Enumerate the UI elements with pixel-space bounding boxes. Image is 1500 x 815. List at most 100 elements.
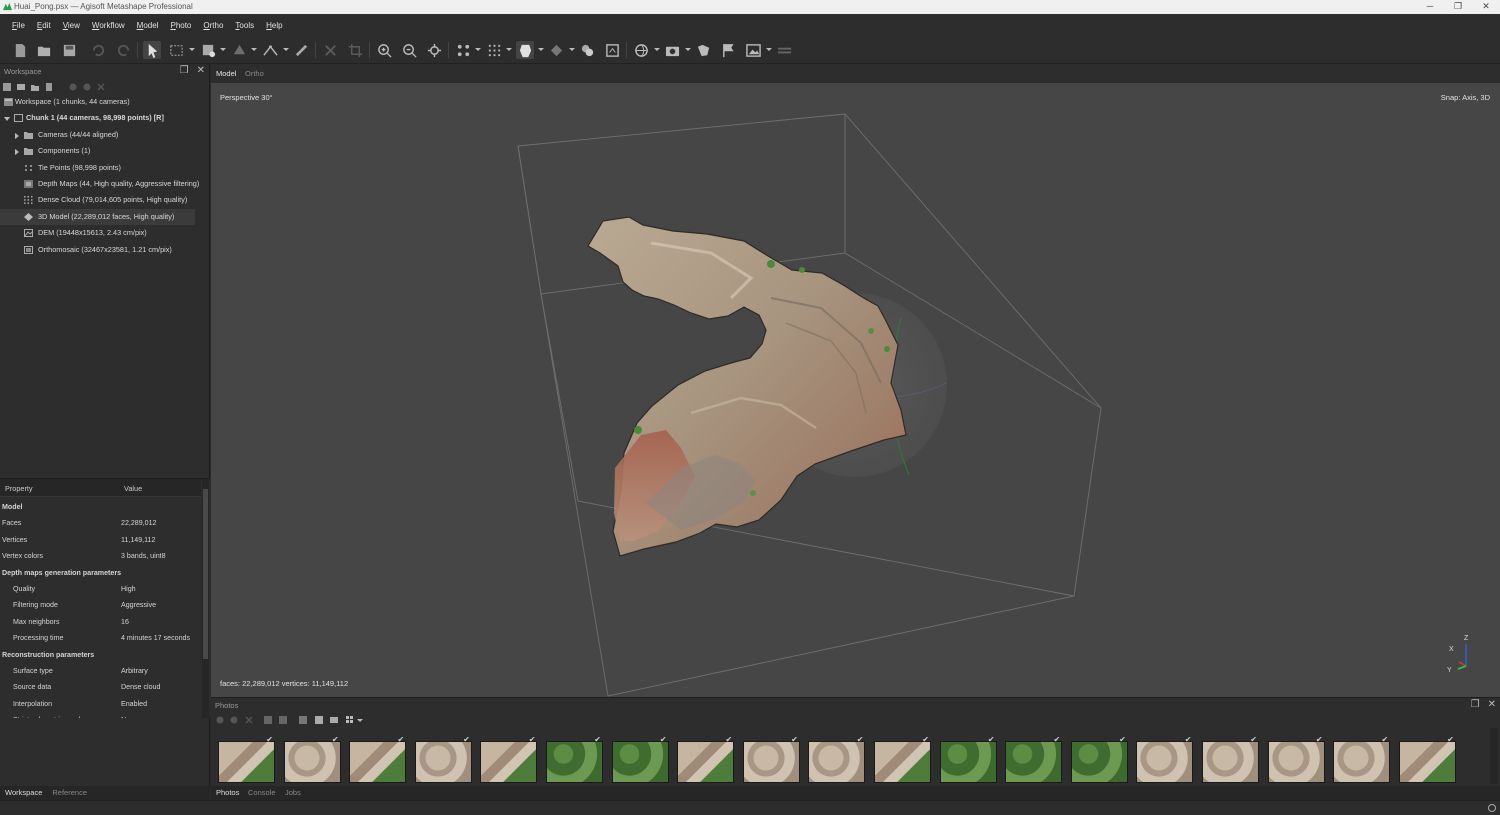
redo-icon[interactable] — [114, 41, 132, 59]
rectangle-selection-icon[interactable] — [167, 41, 185, 59]
view-mode-icon[interactable] — [632, 41, 650, 59]
menu-tools[interactable]: Tools — [229, 21, 260, 30]
resize-region-icon[interactable] — [199, 41, 217, 59]
photo-thumbnail[interactable]: ✔ — [1333, 735, 1391, 783]
float-photos-panel-icon[interactable]: ❐ — [1471, 699, 1480, 710]
photo-thumbnail[interactable]: ✔ — [677, 735, 735, 783]
close-button[interactable]: ✕ — [1472, 0, 1500, 14]
undo-icon[interactable] — [89, 41, 107, 59]
photo-thumbnail[interactable]: ✔ — [1005, 735, 1063, 783]
show-dense-cloud-icon[interactable] — [485, 41, 503, 59]
add-folder-icon[interactable] — [30, 82, 40, 92]
capture-view-icon[interactable] — [663, 41, 681, 59]
crop-icon[interactable] — [346, 41, 364, 59]
menu-photo[interactable]: Photo — [164, 21, 197, 30]
zoom-out-icon[interactable] — [400, 41, 418, 59]
photo-thumbnail[interactable]: ✔ — [1398, 735, 1456, 783]
photo-thumbnail[interactable]: ✔ — [1136, 735, 1194, 783]
photo-thumbnail[interactable]: ✔ — [283, 735, 341, 783]
property-row[interactable]: Quality High — [0, 581, 200, 597]
show-tie-points-icon[interactable] — [454, 41, 472, 59]
tree-item[interactable]: Chunk 1 (44 cameras, 98,998 points) [R] — [0, 110, 210, 126]
tree-item[interactable]: Orthomosaic (32467x23581, 1.21 cm/pix) — [0, 242, 210, 258]
menu-view[interactable]: View — [57, 21, 86, 30]
photos-scrollbar[interactable] — [1490, 728, 1498, 784]
photo-thumbnail[interactable]: ✔ — [414, 735, 472, 783]
show-shapes-icon[interactable] — [694, 41, 712, 59]
value-column-header[interactable]: Value — [124, 484, 142, 493]
reset-view-icon[interactable] — [425, 41, 443, 59]
maximize-button[interactable]: ❐ — [1444, 0, 1472, 14]
tree-item[interactable]: Cameras (44/44 aligned) — [0, 127, 210, 143]
zoom-in-icon[interactable] — [375, 41, 393, 59]
rotate-region-icon[interactable] — [230, 41, 248, 59]
property-row[interactable]: Strict volumetric masks No — [0, 712, 200, 718]
photo-thumbnail[interactable]: ✔ — [939, 735, 997, 783]
collapse-arrow-icon[interactable] — [4, 117, 10, 122]
photo-thumbnail[interactable]: ✔ — [218, 735, 275, 783]
photo-thumbnail[interactable]: ✔ — [1070, 735, 1128, 783]
property-row[interactable]: Faces 22,289,012 — [0, 515, 200, 531]
close-panel-icon[interactable]: ✕ — [197, 65, 205, 76]
tab-model[interactable]: Model — [216, 69, 236, 78]
property-row[interactable]: Source data Dense cloud — [0, 679, 200, 695]
add-chunk-icon[interactable] — [2, 82, 12, 92]
photo-thumbnail[interactable]: ✔ — [611, 735, 669, 783]
tree-item[interactable]: Depth Maps (44, High quality, Aggressive… — [0, 176, 210, 192]
open-icon[interactable] — [35, 41, 53, 59]
minimize-button[interactable]: ─ — [1416, 0, 1444, 14]
float-panel-icon[interactable]: ❐ — [180, 65, 189, 76]
property-section[interactable]: Depth maps generation parameters — [0, 565, 200, 581]
property-row[interactable]: Vertex colors 3 bands, uint8 — [0, 548, 200, 564]
model-viewport[interactable]: Perspective 30° Snap: Axis, 3D faces: 22… — [211, 83, 1500, 697]
property-row[interactable]: Filtering mode Aggressive — [0, 597, 200, 613]
ruler-icon[interactable] — [292, 41, 310, 59]
photo-thumbnail[interactable]: ✔ — [742, 735, 800, 783]
tab-reference[interactable]: Reference — [47, 786, 92, 800]
tree-item[interactable]: Dense Cloud (79,014,605 points, High qua… — [0, 192, 210, 208]
tab-workspace[interactable]: Workspace — [0, 786, 47, 800]
tab-photos[interactable]: Photos — [216, 788, 239, 797]
property-row[interactable]: Vertices 11,149,112 — [0, 532, 200, 548]
add-photos-icon[interactable] — [16, 82, 26, 92]
menu-file[interactable]: File — [6, 21, 31, 30]
expand-arrow-icon[interactable] — [15, 149, 19, 156]
property-column-header[interactable]: Property — [5, 484, 33, 493]
photo-thumbnail[interactable]: ✔ — [349, 735, 407, 783]
property-row[interactable]: Surface type Arbitrary — [0, 663, 200, 679]
new-icon[interactable] — [11, 41, 29, 59]
show-region-icon[interactable] — [603, 41, 621, 59]
property-row[interactable]: Processing time 4 minutes 17 seconds — [0, 630, 200, 646]
tab-console[interactable]: Console — [248, 788, 276, 797]
show-model-icon[interactable] — [516, 41, 534, 59]
property-row[interactable]: Max neighbors 16 — [0, 614, 200, 630]
property-section[interactable]: Model — [0, 499, 200, 515]
show-dem-icon[interactable] — [547, 41, 565, 59]
property-row[interactable]: Interpolation Enabled — [0, 696, 200, 712]
show-images-icon[interactable] — [744, 41, 762, 59]
delete-icon[interactable] — [321, 41, 339, 59]
properties-scrollbar[interactable] — [202, 479, 209, 718]
expand-arrow-icon[interactable] — [15, 132, 19, 139]
menu-edit[interactable]: Edit — [31, 21, 57, 30]
save-icon[interactable] — [60, 41, 78, 59]
tree-item[interactable]: DEM (19448x15613, 2.43 cm/pix) — [0, 225, 210, 241]
remove-items-icon[interactable] — [44, 82, 54, 92]
photo-thumbnail[interactable]: ✔ — [808, 735, 866, 783]
tab-jobs[interactable]: Jobs — [285, 788, 301, 797]
navigation-icon[interactable] — [143, 41, 161, 59]
photo-thumbnail[interactable]: ✔ — [480, 735, 538, 783]
menu-workflow[interactable]: Workflow — [86, 21, 131, 30]
photo-thumbnail[interactable]: ✔ — [1202, 735, 1259, 783]
show-cameras-icon[interactable] — [578, 41, 596, 59]
show-markers-icon[interactable] — [719, 41, 737, 59]
draw-polyline-icon[interactable] — [261, 41, 279, 59]
property-section[interactable]: Reconstruction parameters — [0, 647, 200, 663]
menu-ortho[interactable]: Ortho — [197, 21, 229, 30]
tree-item[interactable]: Workspace (1 chunks, 44 cameras) — [0, 94, 210, 110]
menu-help[interactable]: Help — [260, 21, 288, 30]
menu-model[interactable]: Model — [131, 21, 165, 30]
tree-item[interactable]: 3D Model (22,289,012 faces, High quality… — [0, 208, 195, 226]
photo-thumbnail[interactable]: ✔ — [1267, 735, 1325, 783]
tree-item[interactable]: Components (1) — [0, 143, 210, 159]
